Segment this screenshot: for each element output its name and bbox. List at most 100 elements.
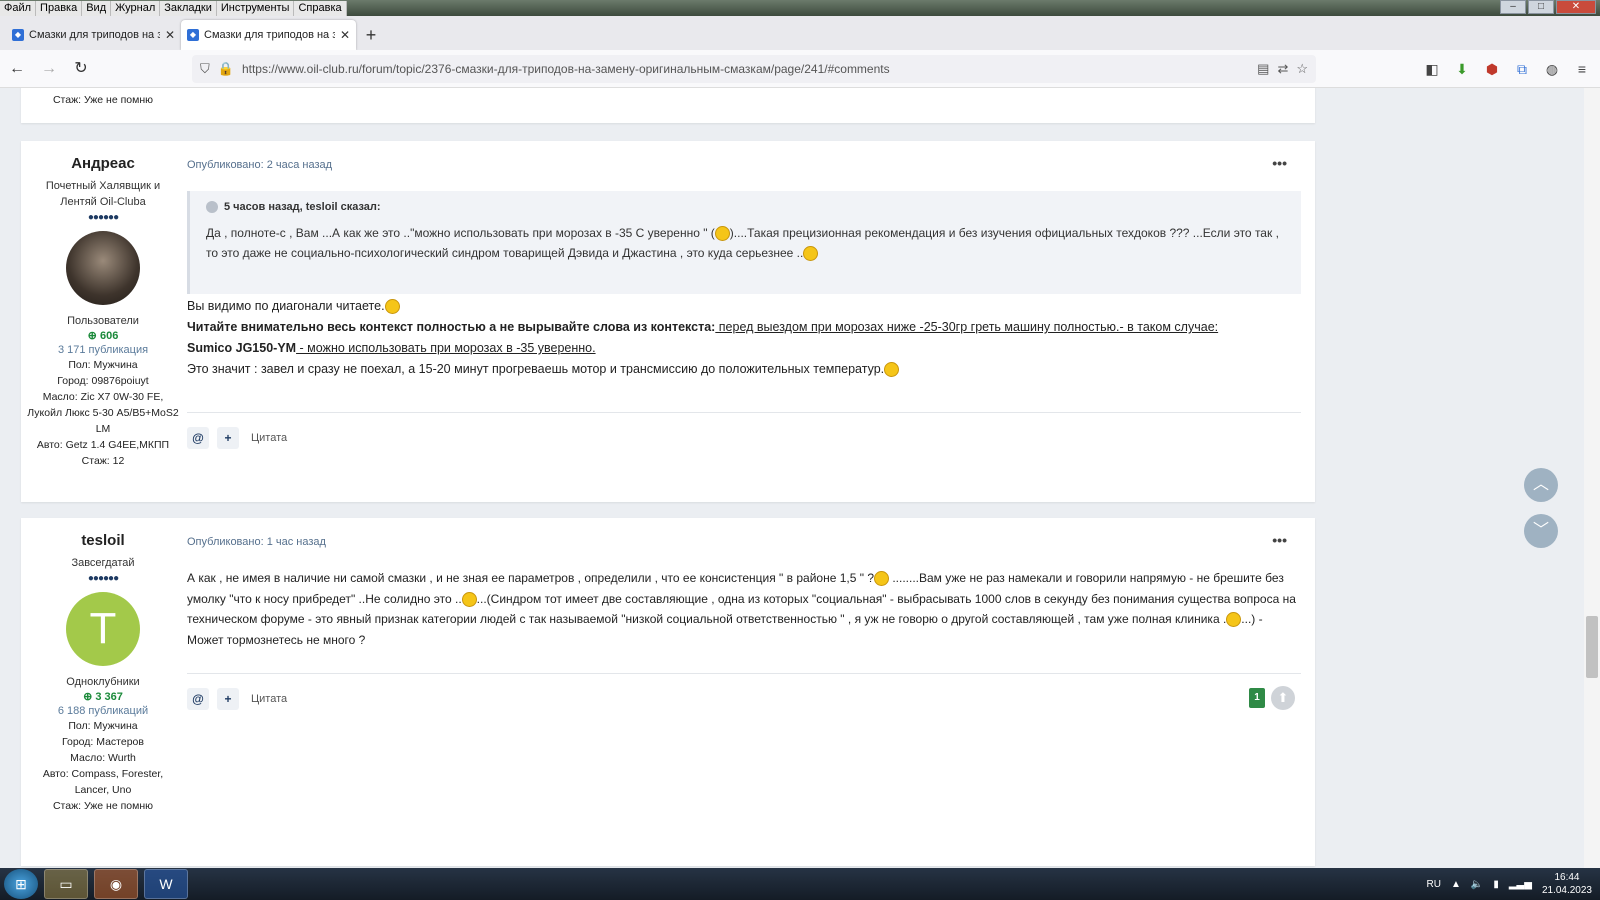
more-options-icon[interactable]: ••• [1272, 155, 1287, 171]
smiley-icon [884, 362, 900, 378]
language-indicator[interactable]: RU [1427, 879, 1441, 890]
browser-tab-2[interactable]: ◆ Смазки для триподов на заме ✕ [181, 20, 356, 50]
pocket-icon[interactable]: ◧ [1420, 55, 1444, 83]
start-button[interactable]: ⊞ [4, 869, 38, 899]
signal-icon[interactable]: ▂▃▅ [1509, 879, 1532, 890]
publication-count[interactable]: 6 188 публикаций [21, 705, 185, 717]
post-date[interactable]: Опубликовано: 1 час назад [187, 536, 326, 548]
adblock-icon[interactable]: ⬢ [1480, 55, 1504, 83]
author-field: Стаж: 12 [81, 455, 125, 467]
smiley-icon [874, 571, 889, 587]
author-panel: tesloil Завсегдатай ●●●●●● T Одноклубник… [21, 532, 185, 814]
close-window-button[interactable]: ✕ [1556, 0, 1596, 14]
publication-count[interactable]: 3 171 публикация [21, 344, 185, 356]
tray-arrow-icon[interactable]: ▲ [1451, 879, 1461, 890]
scroll-down-icon[interactable]: ﹀ [1524, 514, 1558, 548]
reload-button[interactable]: ↻ [66, 54, 96, 84]
lock-icon[interactable]: 🔒 [218, 61, 234, 77]
post-body: Опубликовано: 1 час назад ••• А как , не… [187, 518, 1301, 866]
tab-bar: ◆ Смазки для триподов на заме ✕ ◆ Смазки… [0, 16, 1600, 50]
shield-icon[interactable]: ⛉ [200, 61, 210, 77]
volume-icon[interactable]: 🔈 [1471, 879, 1483, 890]
menu-bar: Файл Правка Вид Журнал Закладки Инструме… [0, 0, 1600, 16]
author-field: Город: 09876poiuyt [57, 375, 149, 387]
new-tab-button[interactable]: + [356, 20, 386, 50]
scrollbar-thumb[interactable] [1586, 616, 1598, 678]
member-group: Пользователи [67, 315, 139, 327]
page-scrollbar[interactable] [1584, 88, 1600, 868]
author-field: Стаж: Уже не помню [52, 800, 154, 812]
firefox-icon[interactable]: ◉ [94, 869, 138, 899]
network-icon[interactable]: ▮ [1493, 879, 1499, 890]
mention-button[interactable]: @ [187, 688, 209, 710]
quote-button[interactable]: Цитата [251, 432, 287, 444]
post-line: Вы видимо по диагонали читаете. [187, 299, 385, 313]
url-text[interactable]: https://www.oil-club.ru/forum/topic/2376… [242, 62, 1249, 76]
post-bold-text: Sumico JG150-YM [187, 341, 297, 355]
author-field: Пол: Мужчина [68, 359, 138, 371]
browser-tab-1[interactable]: ◆ Смазки для триподов на заме ✕ [6, 20, 181, 50]
post-text-part: А как , не имея в наличие ни самой смазк… [187, 571, 874, 585]
quote-block: 5 часов назад, tesloil сказал: Да , полн… [187, 191, 1301, 294]
maximize-button[interactable]: □ [1528, 0, 1554, 14]
taskbar: ⊞ ▭ ◉ W RU ▲ 🔈 ▮ ▂▃▅ 16:44 21.04.2023 [0, 868, 1600, 900]
window-controls: – □ ✕ [1500, 0, 1596, 14]
member-group: Одноклубники [66, 676, 140, 688]
menu-view[interactable]: Вид [82, 0, 112, 16]
author-name[interactable]: Андреас [21, 155, 185, 172]
author-field: Масло: Zic X7 0W-30 FE, Лукойл Люкс 5-30… [27, 391, 179, 435]
close-tab-icon[interactable]: ✕ [165, 28, 175, 42]
menu-bookmarks[interactable]: Закладки [160, 0, 217, 16]
multiquote-button[interactable]: + [217, 427, 239, 449]
address-bar[interactable]: ⛉ 🔒 https://www.oil-club.ru/forum/topic/… [192, 55, 1316, 83]
post-controls: @ + Цитата [187, 412, 1301, 449]
reaction-area: 1 ⬆ [1249, 686, 1295, 710]
vpn-globe-icon[interactable]: ◍ [1540, 55, 1564, 83]
menu-edit[interactable]: Правка [36, 0, 83, 16]
forward-button[interactable]: → [34, 54, 64, 84]
download-icon[interactable]: ⬇ [1450, 55, 1474, 83]
post-date[interactable]: Опубликовано: 2 часа назад [187, 159, 332, 171]
upvote-arrow-icon[interactable]: ⬆ [1271, 686, 1295, 710]
quote-header: 5 часов назад, tesloil сказал: [224, 201, 381, 213]
quote-text-part: Да , полноте-с , Вам ...А как же это .."… [206, 226, 715, 240]
author-rank: Почетный Халявщик и Лентяй Oil-Cluba [45, 180, 161, 208]
tab-title: Смазки для триподов на заме [29, 29, 160, 41]
app-menu-icon[interactable]: ≡ [1570, 55, 1594, 83]
quote-button[interactable]: Цитата [251, 693, 287, 705]
avatar[interactable]: T [66, 592, 140, 666]
translate-icon[interactable]: ⇄ [1277, 61, 1288, 77]
back-button[interactable]: ← [2, 54, 32, 84]
multiquote-button[interactable]: + [217, 688, 239, 710]
scroll-up-icon[interactable]: ︿ [1524, 468, 1558, 502]
menu-file[interactable]: Файл [0, 0, 37, 16]
close-tab-icon[interactable]: ✕ [340, 28, 350, 42]
reputation-value: 3 367 [95, 691, 123, 703]
more-options-icon[interactable]: ••• [1272, 532, 1287, 548]
avatar[interactable] [66, 231, 140, 305]
post-body: Опубликовано: 2 часа назад ••• 5 часов н… [187, 141, 1301, 502]
clock[interactable]: 16:44 21.04.2023 [1542, 871, 1592, 897]
author-name[interactable]: tesloil [21, 532, 185, 549]
menu-help[interactable]: Справка [294, 0, 347, 16]
menu-tools[interactable]: Инструменты [216, 0, 295, 16]
reaction-count[interactable]: 1 [1249, 688, 1265, 708]
translator-icon[interactable]: ⧉ [1510, 55, 1534, 83]
author-field: Пол: Мужчина [68, 720, 138, 732]
smiley-icon [803, 246, 819, 262]
minimize-button[interactable]: – [1500, 0, 1526, 14]
smiley-icon [461, 591, 477, 607]
rank-pips: ●●●●●● [87, 573, 119, 584]
word-icon[interactable]: W [144, 869, 188, 899]
author-field: Масло: Wurth [70, 752, 136, 764]
explorer-icon[interactable]: ▭ [44, 869, 88, 899]
smiley-icon [1226, 612, 1242, 628]
quote-chevron-icon[interactable] [206, 201, 218, 213]
bookmark-star-icon[interactable]: ☆ [1296, 61, 1308, 77]
mention-button[interactable]: @ [187, 427, 209, 449]
reputation-badge: ⊕ 606 [21, 329, 185, 342]
menu-history[interactable]: Журнал [111, 0, 161, 16]
reputation-badge: ⊕ 3 367 [21, 690, 185, 703]
reader-view-icon[interactable]: ▤ [1257, 61, 1269, 77]
plus-icon: ⊕ [83, 691, 96, 703]
